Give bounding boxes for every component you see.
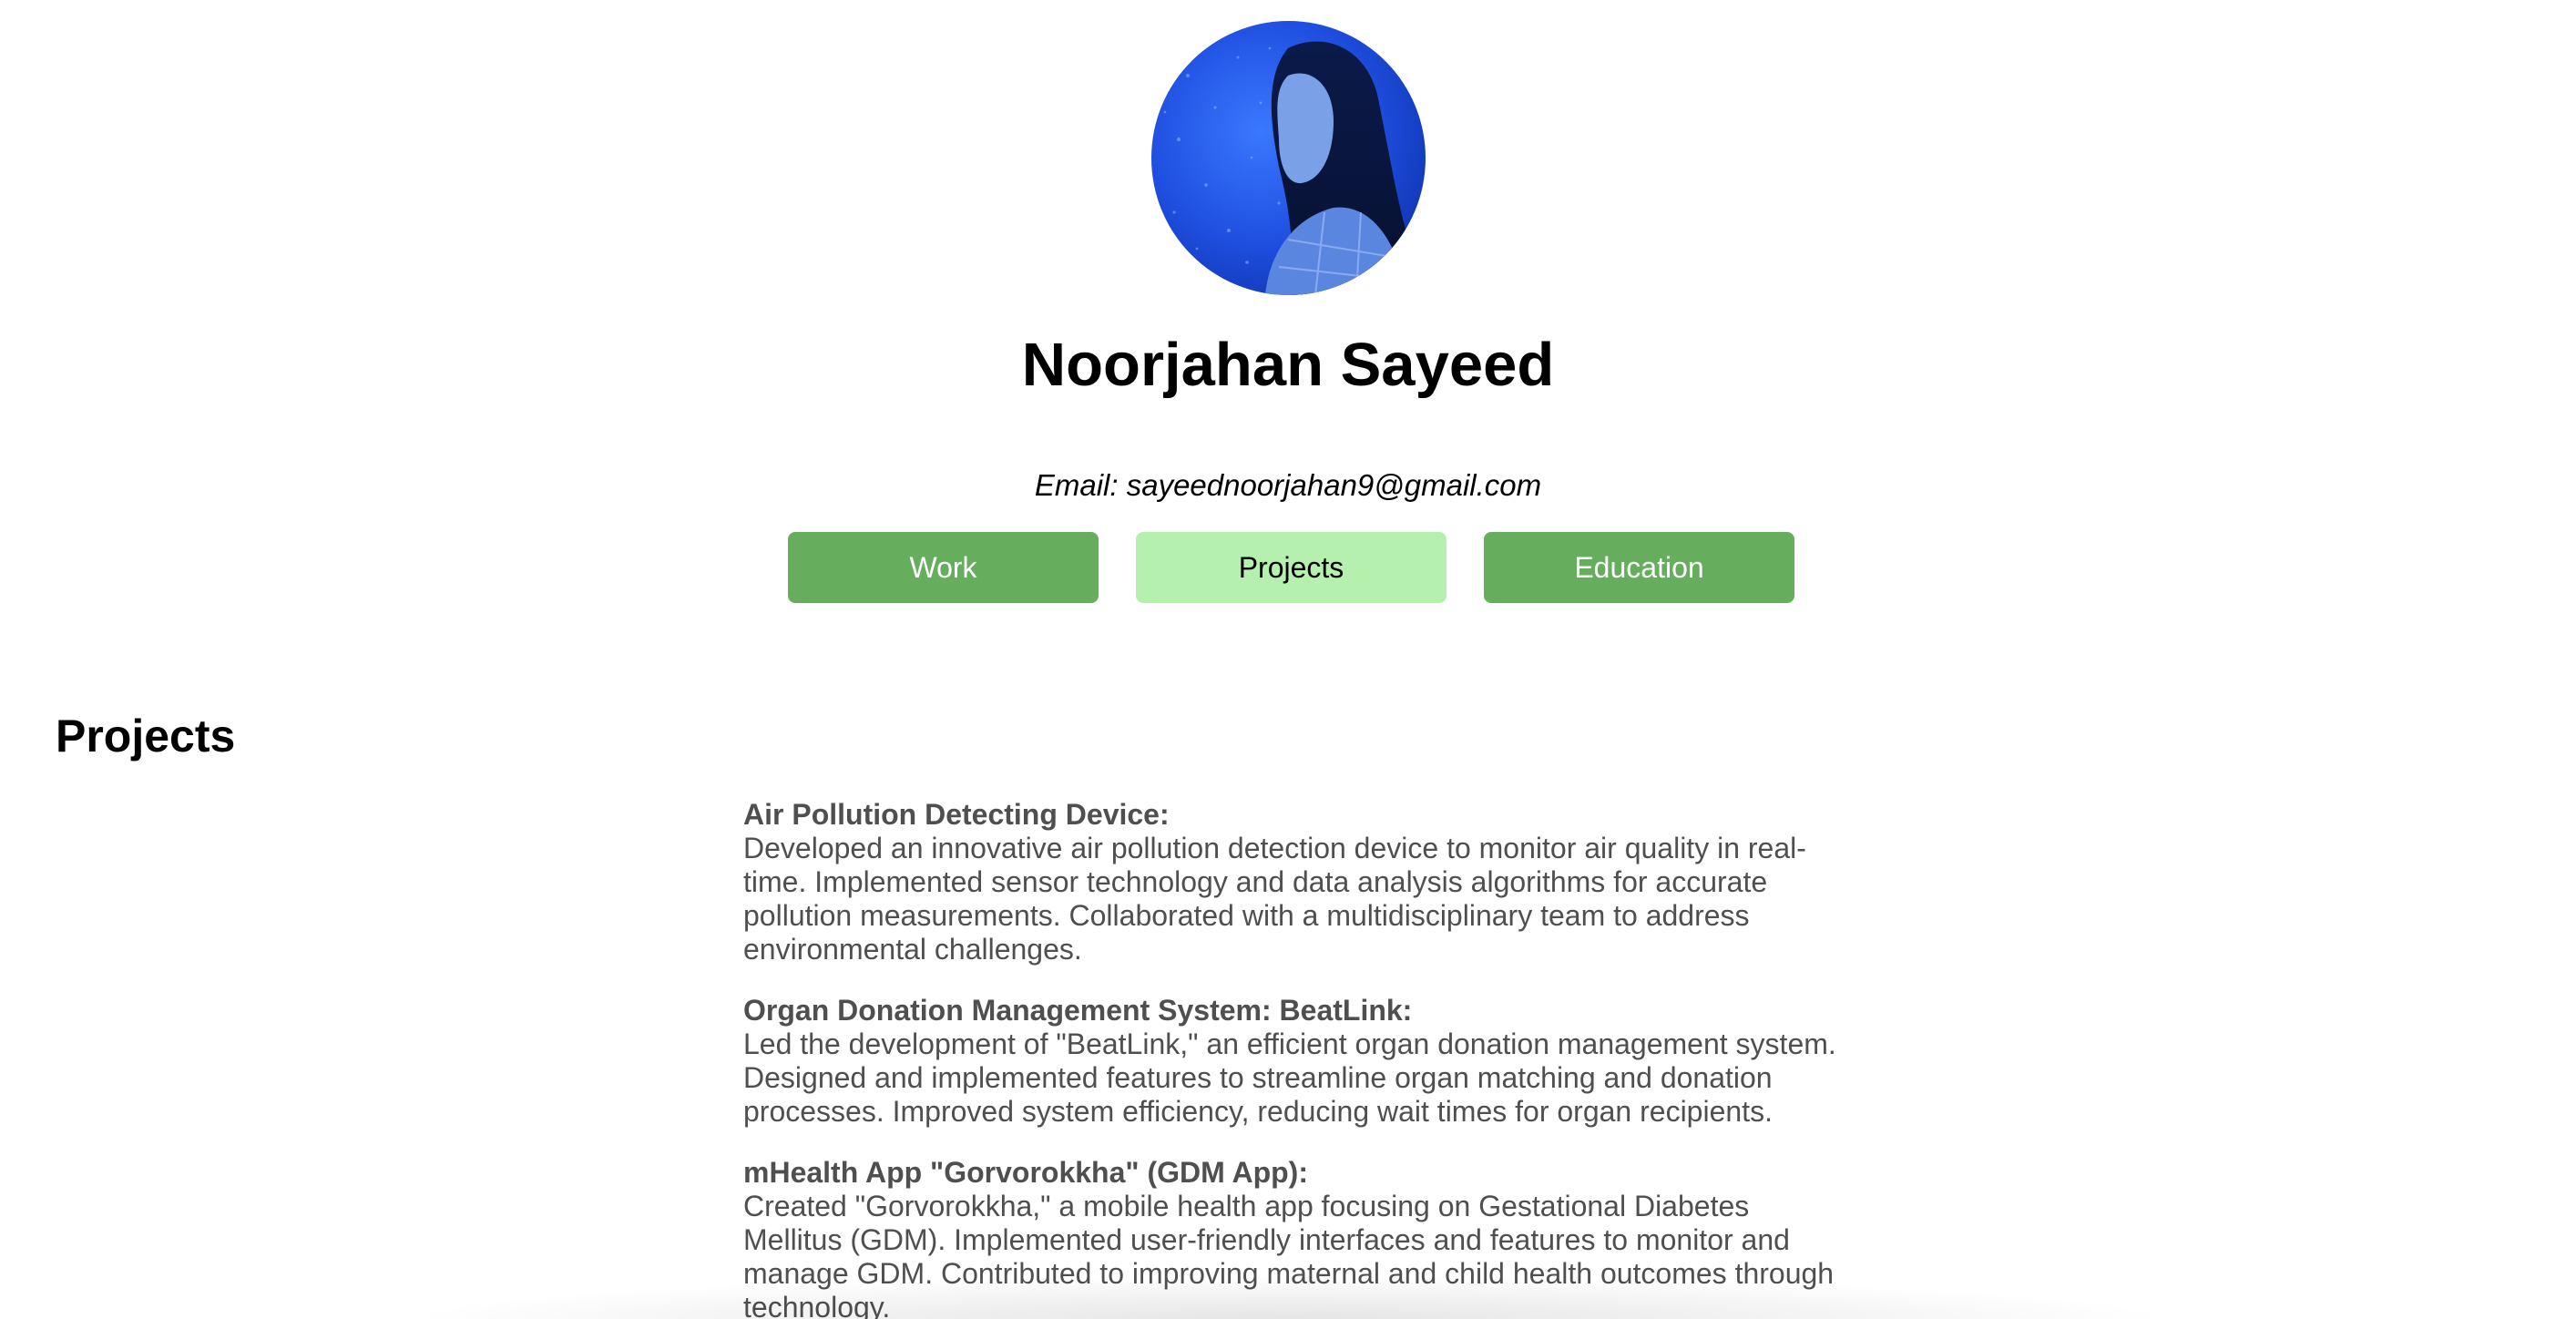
project-title: Air Pollution Detecting Device: bbox=[743, 798, 1170, 831]
project-item: Air Pollution Detecting Device: Develope… bbox=[743, 798, 1855, 966]
project-title: Organ Donation Management System: BeatLi… bbox=[743, 994, 1413, 1027]
profile-email: Email: sayeednoorjahan9@gmail.com bbox=[1034, 468, 1542, 502]
project-description: Led the development of "BeatLink," an ef… bbox=[743, 1028, 1836, 1128]
project-title: mHealth App "Gorvorokkha" (GDM App): bbox=[743, 1156, 1308, 1189]
project-description: Created "Gorvorokkha," a mobile health a… bbox=[743, 1190, 1835, 1319]
work-button[interactable]: Work bbox=[788, 532, 1099, 603]
profile-name: Noorjahan Sayeed bbox=[1021, 331, 1555, 399]
project-description: Developed an innovative air pollution de… bbox=[743, 832, 1806, 966]
section-title: Projects bbox=[56, 711, 236, 762]
project-item: Organ Donation Management System: BeatLi… bbox=[743, 994, 1855, 1129]
education-button[interactable]: Education bbox=[1484, 532, 1794, 603]
projects-button[interactable]: Projects bbox=[1136, 532, 1446, 603]
project-item: mHealth App "Gorvorokkha" (GDM App): Cre… bbox=[743, 1156, 1855, 1319]
section-nav: Work Projects Education bbox=[788, 532, 1794, 603]
projects-list: Air Pollution Detecting Device: Develope… bbox=[743, 798, 1855, 1319]
profile-avatar bbox=[1151, 21, 1426, 295]
